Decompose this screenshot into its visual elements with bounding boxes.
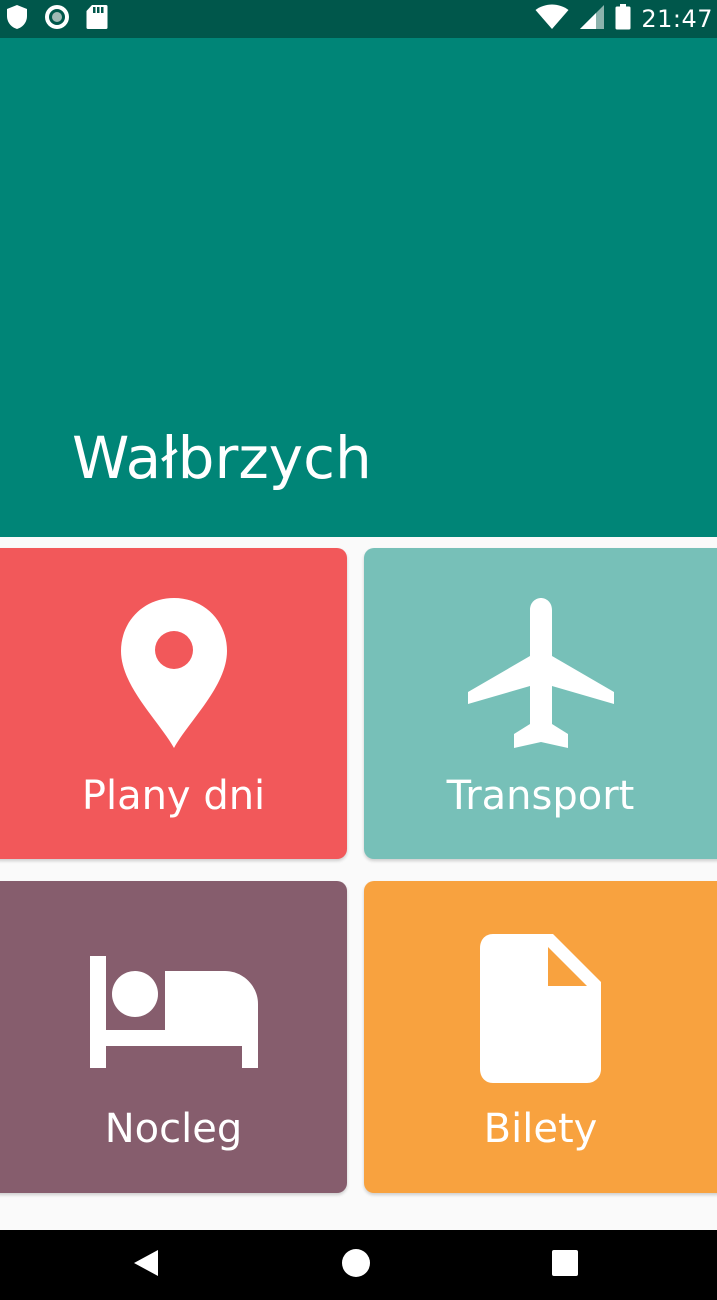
status-time: 21:47 bbox=[641, 5, 713, 33]
signal-icon bbox=[579, 4, 605, 34]
document-icon bbox=[479, 929, 603, 1089]
recents-icon bbox=[551, 1249, 579, 1281]
home-button[interactable] bbox=[311, 1230, 401, 1300]
bed-icon bbox=[89, 929, 259, 1074]
tile-transport-label: Transport bbox=[446, 773, 635, 819]
status-right-icons: 21:47 bbox=[535, 4, 713, 34]
battery-icon bbox=[615, 4, 631, 34]
tile-day-plans-label: Plany dni bbox=[81, 773, 266, 819]
airplane-icon bbox=[466, 596, 616, 755]
shield-icon bbox=[6, 4, 28, 34]
home-icon bbox=[341, 1248, 371, 1282]
tile-day-plans-icon-wrap bbox=[0, 596, 347, 755]
tile-transport[interactable]: Transport bbox=[364, 548, 717, 859]
tile-lodging[interactable]: Nocleg bbox=[0, 881, 347, 1193]
back-button[interactable] bbox=[101, 1230, 191, 1300]
system-nav-bar bbox=[0, 1230, 717, 1300]
tile-lodging-icon-wrap bbox=[0, 929, 347, 1074]
city-title: Wałbrzych bbox=[72, 424, 372, 492]
back-icon bbox=[132, 1248, 160, 1282]
tile-tickets-icon-wrap bbox=[364, 929, 717, 1089]
recents-button[interactable] bbox=[520, 1230, 610, 1300]
status-left-icons bbox=[6, 4, 108, 34]
location-pin-icon bbox=[119, 596, 229, 755]
sd-card-icon bbox=[86, 4, 108, 34]
tile-lodging-label: Nocleg bbox=[104, 1106, 243, 1152]
tile-day-plans[interactable]: Plany dni bbox=[0, 548, 347, 859]
tile-tickets-label: Bilety bbox=[483, 1106, 598, 1152]
record-icon bbox=[44, 4, 70, 34]
tile-tickets[interactable]: Bilety bbox=[364, 881, 717, 1193]
tile-transport-icon-wrap bbox=[364, 596, 717, 755]
city-header: Wałbrzych bbox=[0, 38, 717, 537]
status-bar: 21:47 bbox=[0, 0, 717, 38]
wifi-icon bbox=[535, 4, 569, 34]
